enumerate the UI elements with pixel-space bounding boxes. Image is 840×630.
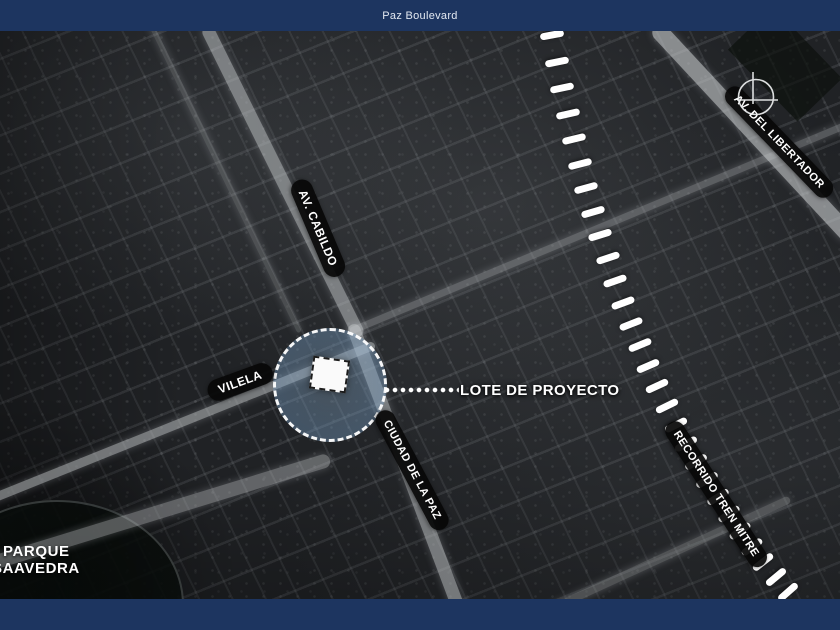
railway-tie [654,397,680,415]
railway-tie [587,228,613,243]
railway-tie [549,81,575,94]
slide-frame: LOTE DE PROYECTO AV. CABILDO VILELA CIUD… [0,0,840,630]
railway-tie [539,31,565,41]
railway-tie [555,107,581,120]
railway-tie [602,273,628,288]
railway-tie [776,581,800,599]
site-label: LOTE DE PROYECTO [460,382,620,399]
park-label-line2: SAAVEDRA [0,560,80,577]
railway-tie [544,55,570,68]
railway-tie [627,337,653,354]
boulevard-title: Paz Boulevard [382,9,458,22]
top-frame-bar: Paz Boulevard [0,0,840,31]
site-lot-square [308,355,351,394]
leader-dotted-line [383,387,459,393]
park-label: PARQUE SAAVEDRA [0,543,80,577]
railway-tie [595,251,621,266]
railway-tren-mitre [0,31,840,599]
railway-tie [580,205,606,219]
railway-tie [561,132,587,146]
compass-icon [737,72,778,116]
park-label-line1: PARQUE [3,543,70,560]
railway-tie [573,181,599,195]
railway-tie [567,157,593,171]
railway-tie [764,567,788,588]
bottom-frame-bar [0,599,840,630]
railway-tie [610,295,636,311]
railway-tie [645,377,670,395]
aerial-map: LOTE DE PROYECTO AV. CABILDO VILELA CIUD… [0,31,840,599]
railway-tie [618,316,644,332]
railway-tie [635,357,661,375]
